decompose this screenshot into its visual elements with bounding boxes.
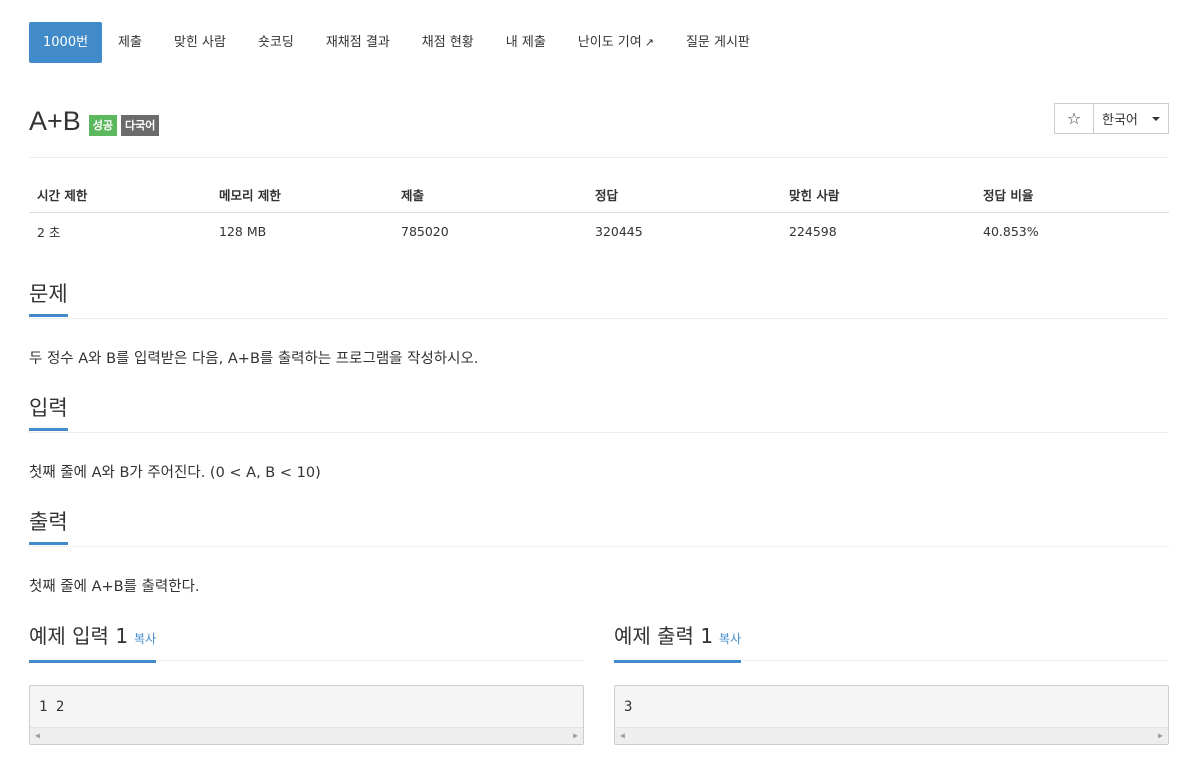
tab-label: 질문 게시판 xyxy=(685,35,750,50)
header-time-limit: 시간 제한 xyxy=(29,176,211,213)
scroll-left-icon[interactable]: ◀ xyxy=(620,731,625,740)
solvers-value: 224598 xyxy=(789,223,837,239)
success-badge: 성공 xyxy=(88,114,118,136)
horizontal-scrollbar[interactable]: ◀ ▶ xyxy=(30,727,583,744)
tab-label: 난이도 기여 xyxy=(577,35,642,50)
star-button[interactable]: ☆ xyxy=(1054,103,1094,134)
header-memory-limit: 메모리 제한 xyxy=(211,176,393,213)
header-submissions: 제출 xyxy=(393,176,587,213)
input-description: 첫째 줄에 A와 B가 주어진다. (0 < A, B < 10) xyxy=(29,465,321,481)
language-dropdown[interactable]: 한국어 xyxy=(1094,103,1169,134)
output-section-heading: 출력 xyxy=(29,508,1169,547)
problem-nav: 1000번 제출 맞힌 사람 숏코딩 재채점 결과 채점 현황 내 제출 난이도… xyxy=(29,22,766,63)
sample-input-label: 예제 입력 1 xyxy=(29,624,129,648)
external-link-icon: ↗ xyxy=(644,36,654,49)
tab-difficulty[interactable]: 난이도 기여 ↗ xyxy=(562,22,670,63)
section-title: 입력 xyxy=(29,394,68,431)
sample-input-box[interactable]: 1 2 ◀ ▶ xyxy=(29,685,584,745)
header-accepted: 정답 xyxy=(587,176,781,213)
tab-solvers[interactable]: 맞힌 사람 xyxy=(158,22,242,63)
sample-input-title: 예제 입력 1 복사 xyxy=(29,622,157,663)
submissions-value: 785020 xyxy=(401,223,449,239)
title-actions: ☆ 한국어 xyxy=(1054,103,1169,134)
header-ratio: 정답 비율 xyxy=(975,176,1169,213)
sample-input: 예제 입력 1 복사 1 2 ◀ ▶ xyxy=(29,620,584,745)
section-title: 출력 xyxy=(29,508,68,545)
horizontal-scrollbar[interactable]: ◀ ▶ xyxy=(615,727,1168,744)
problem-title: A+B xyxy=(29,106,81,136)
time-limit-value: 2 초 xyxy=(37,224,61,240)
caret-down-icon xyxy=(1151,116,1160,121)
problem-description: 두 정수 A와 B를 입력받은 다음, A+B를 출력하는 프로그램을 작성하시… xyxy=(29,351,479,367)
copy-button[interactable]: 복사 xyxy=(134,632,156,646)
problem-title-row: A+B 성공 다국어 xyxy=(29,104,160,138)
copy-button[interactable]: 복사 xyxy=(719,632,741,646)
accepted-value: 320445 xyxy=(595,223,643,239)
sample-input-heading: 예제 입력 1 복사 xyxy=(29,620,584,663)
scroll-left-icon[interactable]: ◀ xyxy=(35,731,40,740)
tab-label: 채점 현황 xyxy=(421,35,474,50)
problem-section-heading: 문제 xyxy=(29,280,1169,319)
memory-limit-value: 128 MB xyxy=(219,223,267,239)
star-icon: ☆ xyxy=(1066,109,1082,128)
sample-output-label: 예제 출력 1 xyxy=(614,624,714,648)
problem-info-table: 시간 제한 메모리 제한 제출 정답 맞힌 사람 정답 비율 2 초 128 M… xyxy=(29,176,1169,249)
header-solvers: 맞힌 사람 xyxy=(781,176,975,213)
ratio-value: 40.853% xyxy=(983,223,1039,239)
section-title: 문제 xyxy=(29,280,68,317)
table-row: 2 초 128 MB 785020 320445 224598 40.853% xyxy=(29,213,1169,250)
tab-label: 내 제출 xyxy=(505,35,546,50)
tab-label: 재채점 결과 xyxy=(325,35,390,50)
scroll-right-icon[interactable]: ▶ xyxy=(573,731,578,740)
sample-output-box[interactable]: 3 ◀ ▶ xyxy=(614,685,1169,745)
scroll-right-icon[interactable]: ▶ xyxy=(1158,731,1163,740)
tab-label: 제출 xyxy=(118,35,142,50)
tab-problem[interactable]: 1000번 xyxy=(29,22,103,63)
title-divider xyxy=(29,157,1169,158)
tab-submit[interactable]: 제출 xyxy=(102,22,158,63)
tab-rejudge-results[interactable]: 재채점 결과 xyxy=(310,22,406,63)
language-label: 한국어 xyxy=(1102,113,1138,128)
input-section-heading: 입력 xyxy=(29,394,1169,433)
tab-label: 숏코딩 xyxy=(257,35,294,50)
multilanguage-badge: 다국어 xyxy=(121,114,160,136)
tab-label: 1000번 xyxy=(43,35,89,50)
output-description: 첫째 줄에 A+B를 출력한다. xyxy=(29,579,200,595)
tab-short-coding[interactable]: 숏코딩 xyxy=(242,22,310,63)
tab-label: 맞힌 사람 xyxy=(173,35,226,50)
sample-output-title: 예제 출력 1 복사 xyxy=(614,622,742,663)
sample-output-heading: 예제 출력 1 복사 xyxy=(614,620,1169,663)
tab-board[interactable]: 질문 게시판 xyxy=(670,22,766,63)
sample-output: 예제 출력 1 복사 3 ◀ ▶ xyxy=(614,620,1169,745)
sample-output-content: 3 xyxy=(624,699,633,715)
table-header-row: 시간 제한 메모리 제한 제출 정답 맞힌 사람 정답 비율 xyxy=(29,176,1169,213)
tab-status[interactable]: 채점 현황 xyxy=(406,22,490,63)
sample-input-content: 1 2 xyxy=(39,699,65,715)
tab-my-submissions[interactable]: 내 제출 xyxy=(490,22,562,63)
